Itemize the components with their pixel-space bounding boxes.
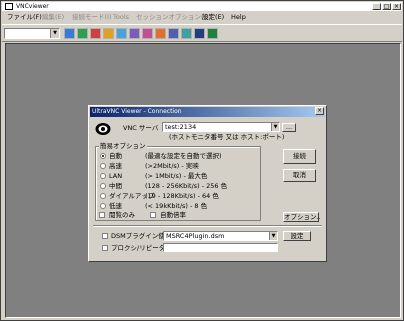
quick-option-desc: (19 - 128Kbit/s) - 64 色 [145, 192, 219, 200]
connect-button[interactable]: 接続 [283, 149, 316, 164]
quick-option-radio[interactable] [100, 173, 106, 179]
quick-option-name: 高速 [109, 162, 122, 170]
quick-option-radio[interactable] [100, 153, 106, 159]
dsm-plugin-checkbox[interactable] [102, 233, 108, 239]
browse-button[interactable]: ... [282, 123, 296, 132]
dsm-config-button[interactable]: 設定 [283, 231, 311, 241]
menu-session-options[interactable]: セッションオプション(O) [136, 13, 211, 22]
proxy-input[interactable] [163, 243, 278, 252]
quick-option-radio[interactable] [100, 163, 106, 169]
minimize-button[interactable]: _ [372, 3, 381, 10]
connect-icon[interactable] [77, 28, 88, 39]
new-connection-icon[interactable] [64, 28, 75, 39]
view-only-icon[interactable] [207, 28, 218, 39]
chevron-down-icon[interactable]: ▼ [271, 123, 279, 131]
proxy-checkbox[interactable] [102, 245, 108, 251]
app-icon [5, 3, 13, 10]
quick-option-desc: (128 - 256Kbit/s) - 256 色 [145, 182, 228, 190]
menu-connection-mode[interactable]: 接続モード(I) [72, 13, 112, 22]
auto-scale-label: 自動倍率 [160, 211, 186, 219]
maximize-button[interactable]: □ [382, 3, 391, 10]
server-value: test:2134 [165, 123, 197, 131]
quick-option-desc: (> 1Mbit/s) - 最大色 [145, 172, 208, 180]
chevron-down-icon[interactable]: ▼ [269, 232, 277, 240]
quick-option-name: LAN [109, 172, 123, 180]
view-only-label: 閲覧のみ [109, 211, 135, 219]
menu-help[interactable]: Help [231, 13, 246, 22]
quick-option-radio[interactable] [100, 183, 106, 189]
host-combo[interactable]: ▼ [4, 28, 60, 39]
fullscreen-icon[interactable] [129, 28, 140, 39]
refresh-icon[interactable] [116, 28, 127, 39]
menu-edit[interactable]: 編集(E) [42, 13, 64, 22]
vnc-logo-icon [95, 123, 111, 135]
server-input[interactable]: test:2134 ▼ [162, 122, 280, 132]
quick-option-name: 中間 [109, 182, 122, 190]
menu-file[interactable]: ファイル(F) [7, 13, 42, 22]
quick-option-desc: (最適な設定を自動で選択) [145, 152, 222, 160]
menu-settings[interactable]: 設定(E) [202, 13, 224, 22]
dsm-plugin-select[interactable]: MSRC4Plugin.dsm ▼ [163, 231, 278, 241]
proxy-label: プロクシ/リピータ [111, 244, 166, 252]
dialog-title: UltraVNC Viewer - Connection [90, 107, 325, 117]
view-only-checkbox[interactable] [99, 212, 105, 218]
window-title: VNCviewer [16, 3, 49, 10]
quick-option-desc: (>2Mbit/s) - 実映 [145, 162, 199, 170]
options-icon[interactable] [103, 28, 114, 39]
auto-scale-checkbox[interactable] [150, 212, 156, 218]
quick-option-desc: (< 19kKbit/s) - 8 色 [145, 202, 208, 210]
chevron-down-icon[interactable]: ▼ [50, 29, 59, 38]
dialog-close-button[interactable]: × [315, 107, 324, 115]
quick-option-name: 自動 [109, 152, 122, 160]
chat-icon[interactable] [155, 28, 166, 39]
menu-bar: ファイル(F) 編集(E) 接続モード(I) Tools セッションオプション(… [2, 12, 402, 23]
clipboard-icon[interactable] [181, 28, 192, 39]
ctrl-alt-del-icon[interactable] [168, 28, 179, 39]
divider [93, 225, 322, 227]
quick-options-label: 簡易オプション [99, 142, 147, 150]
quick-option-name: 低速 [109, 202, 122, 210]
disconnect-icon[interactable] [90, 28, 101, 39]
cancel-button[interactable]: 取消 [283, 169, 316, 182]
quick-option-radio[interactable] [100, 193, 106, 199]
dsm-plugin-value: MSRC4Plugin.dsm [166, 232, 225, 240]
toolbar: ▼ [2, 24, 402, 42]
transfer-icon[interactable] [142, 28, 153, 39]
close-button[interactable]: × [392, 3, 401, 10]
menu-tools[interactable]: Tools [113, 13, 129, 22]
options-button[interactable]: オプション.. [283, 212, 321, 222]
server-label: VNC サーバ [123, 124, 159, 132]
server-hint: (ホストモニタ番号 又は ホスト:ポート) [169, 133, 285, 141]
title-bar: VNCviewer _ □ × [2, 2, 402, 11]
screen-icon[interactable] [194, 28, 205, 39]
connection-dialog: UltraVNC Viewer - Connection × VNC サーバ t… [88, 105, 327, 262]
quick-option-radio[interactable] [100, 203, 106, 209]
